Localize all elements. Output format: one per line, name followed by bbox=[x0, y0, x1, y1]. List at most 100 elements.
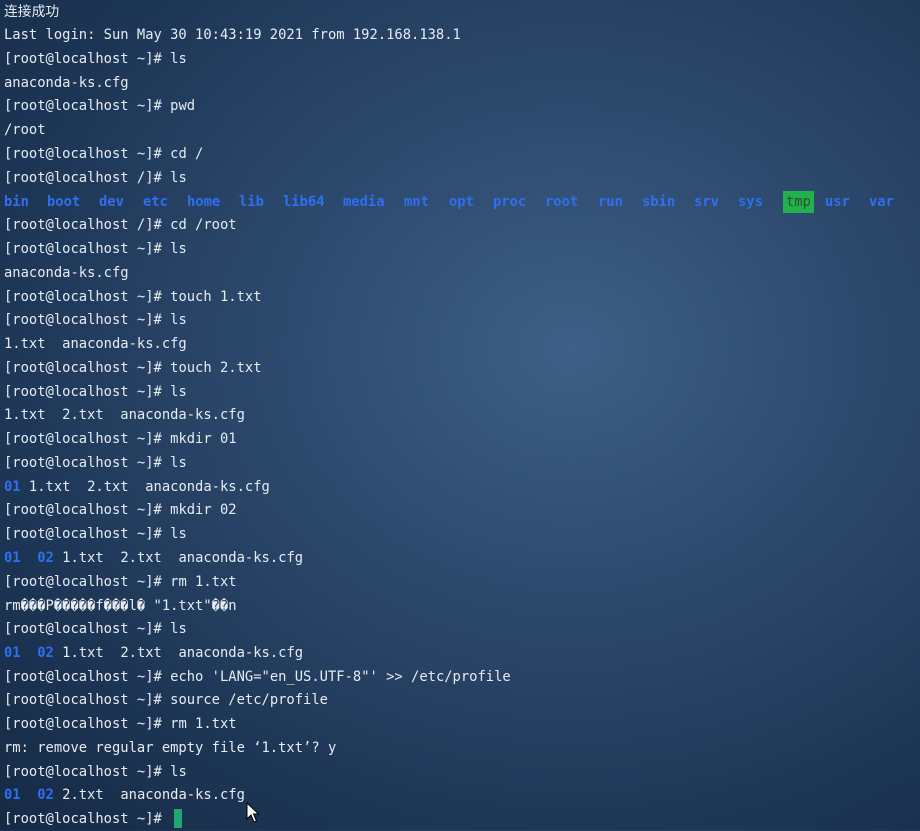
prompt: [root@localhost ~]# bbox=[4, 502, 171, 518]
output-text: 1.txt 2.txt anaconda-ks.cfg bbox=[4, 407, 245, 423]
output-line: anaconda-ks.cfg bbox=[4, 71, 129, 95]
dir-entry: proc bbox=[493, 194, 527, 210]
command-line: [root@localhost ~]# ls bbox=[4, 47, 187, 71]
terminal-window[interactable]: 连接成功 Last login: Sun May 30 10:43:19 202… bbox=[4, 0, 916, 830]
command-line: [root@localhost ~]# touch 2.txt bbox=[4, 356, 262, 380]
prompt: [root@localhost /]# bbox=[4, 170, 171, 186]
garbled-text: rm���P�����f���l� "1.txt"��n bbox=[4, 598, 237, 614]
command-text: touch 1.txt bbox=[170, 289, 262, 305]
command-line: [root@localhost ~]# ls bbox=[4, 760, 187, 784]
output-text: /root bbox=[4, 122, 46, 138]
files-text: 1.txt 2.txt anaconda-ks.cfg bbox=[20, 479, 270, 495]
text-cursor bbox=[174, 808, 183, 828]
dir-entry: opt bbox=[449, 194, 474, 210]
output-line: 1.txt anaconda-ks.cfg bbox=[4, 332, 187, 356]
dir-entry: 01 bbox=[4, 645, 21, 661]
command-text: ls bbox=[170, 312, 187, 328]
command-text: rm 1.txt bbox=[170, 716, 237, 732]
output-line: 1.txt 2.txt anaconda-ks.cfg bbox=[4, 403, 245, 427]
command-text: ls bbox=[170, 170, 187, 186]
prompt: [root@localhost ~]# bbox=[4, 574, 171, 590]
command-line: [root@localhost /]# ls bbox=[4, 166, 187, 190]
prompt: [root@localhost ~]# bbox=[4, 692, 171, 708]
command-line: [root@localhost ~]# rm 1.txt bbox=[4, 570, 237, 594]
command-text: source /etc/profile bbox=[170, 692, 328, 708]
prompt: [root@localhost ~]# bbox=[4, 526, 171, 542]
files-text: 2.txt anaconda-ks.cfg bbox=[53, 787, 245, 803]
ls-output-line: 01 02 1.txt 2.txt anaconda-ks.cfg bbox=[4, 641, 303, 665]
files-text: 1.txt 2.txt anaconda-ks.cfg bbox=[53, 550, 304, 566]
prompt: [root@localhost ~]# bbox=[4, 621, 171, 637]
command-text: ls bbox=[170, 51, 187, 67]
prompt: [root@localhost ~]# bbox=[4, 384, 171, 400]
prompt: [root@localhost ~]# bbox=[4, 360, 171, 376]
dir-entry: 02 bbox=[37, 787, 54, 803]
connect-message-text: 连接成功 bbox=[4, 4, 60, 20]
dir-entry: lib64 bbox=[283, 194, 325, 210]
output-line: anaconda-ks.cfg bbox=[4, 261, 129, 285]
rm-confirm-line: rm: remove regular empty file ‘1.txt’? y bbox=[4, 736, 336, 760]
prompt: [root@localhost /]# bbox=[4, 217, 171, 233]
dir-entry: bin bbox=[4, 194, 29, 210]
dir-entry: boot bbox=[47, 194, 81, 210]
last-login-text: Last login: Sun May 30 10:43:19 2021 fro… bbox=[4, 27, 461, 43]
ls-output-line: 01 02 1.txt 2.txt anaconda-ks.cfg bbox=[4, 546, 303, 570]
dir-entry: dev bbox=[99, 194, 124, 210]
output-text: 1.txt anaconda-ks.cfg bbox=[4, 336, 187, 352]
dir-entry: 01 bbox=[4, 479, 21, 495]
dir-entry: root bbox=[545, 194, 579, 210]
rm-confirm-text: rm: remove regular empty file ‘1.txt’? y bbox=[4, 740, 337, 756]
dir-entry: 02 bbox=[37, 550, 54, 566]
prompt: [root@localhost ~]# bbox=[4, 289, 171, 305]
command-line: [root@localhost ~]# ls bbox=[4, 522, 187, 546]
prompt: [root@localhost ~]# bbox=[4, 669, 171, 685]
command-line: [root@localhost ~]# mkdir 02 bbox=[4, 498, 237, 522]
mouse-pointer-icon bbox=[246, 802, 260, 823]
prompt: [root@localhost ~]# bbox=[4, 431, 171, 447]
command-text: ls bbox=[170, 764, 187, 780]
dir-entry: sys bbox=[738, 194, 763, 210]
prompt: [root@localhost ~]# bbox=[4, 811, 171, 827]
dir-entry: 01 bbox=[4, 787, 21, 803]
dir-entry: sbin bbox=[642, 194, 676, 210]
dir-entry: 01 bbox=[4, 550, 21, 566]
dir-entry: srv bbox=[694, 194, 719, 210]
active-command-line[interactable]: [root@localhost ~]# bbox=[4, 807, 183, 831]
command-line: [root@localhost ~]# rm 1.txt bbox=[4, 712, 237, 736]
command-line: [root@localhost ~]# ls bbox=[4, 617, 187, 641]
command-text: ls bbox=[170, 526, 187, 542]
command-text: echo 'LANG="en_US.UTF-8"' >> /etc/profil… bbox=[170, 669, 511, 685]
last-login-line: Last login: Sun May 30 10:43:19 2021 fro… bbox=[4, 23, 461, 47]
ls-output-line: 01 02 2.txt anaconda-ks.cfg bbox=[4, 783, 245, 807]
command-line: [root@localhost /]# cd /root bbox=[4, 213, 237, 237]
command-text: mkdir 02 bbox=[170, 502, 237, 518]
prompt: [root@localhost ~]# bbox=[4, 241, 171, 257]
command-line: [root@localhost ~]# ls bbox=[4, 380, 187, 404]
command-text: cd / bbox=[170, 146, 204, 162]
prompt: [root@localhost ~]# bbox=[4, 455, 171, 471]
files-text: 1.txt 2.txt anaconda-ks.cfg bbox=[53, 645, 304, 661]
command-line: [root@localhost ~]# ls bbox=[4, 237, 187, 261]
prompt: [root@localhost ~]# bbox=[4, 146, 171, 162]
dir-entry: home bbox=[187, 194, 221, 210]
command-text: pwd bbox=[170, 98, 196, 114]
command-line: [root@localhost ~]# source /etc/profile bbox=[4, 688, 328, 712]
dir-entry: media bbox=[343, 194, 385, 210]
connect-message: 连接成功 bbox=[4, 0, 59, 24]
command-line: [root@localhost ~]# cd / bbox=[4, 142, 203, 166]
prompt: [root@localhost ~]# bbox=[4, 312, 171, 328]
dir-entry: var bbox=[869, 194, 894, 210]
output-line: /root bbox=[4, 118, 46, 142]
prompt: [root@localhost ~]# bbox=[4, 764, 171, 780]
output-text: anaconda-ks.cfg bbox=[4, 75, 129, 91]
prompt: [root@localhost ~]# bbox=[4, 98, 171, 114]
root-dir-listing: bin boot dev etc home lib lib64 media mn… bbox=[4, 190, 916, 214]
dir-entry: etc bbox=[143, 194, 168, 210]
prompt: [root@localhost ~]# bbox=[4, 716, 171, 732]
dir-entry: run bbox=[598, 194, 623, 210]
command-text: rm 1.txt bbox=[170, 574, 237, 590]
command-line: [root@localhost ~]# echo 'LANG="en_US.UT… bbox=[4, 665, 511, 689]
command-line: [root@localhost ~]# ls bbox=[4, 451, 187, 475]
dir-entry: usr bbox=[825, 194, 850, 210]
command-text: ls bbox=[170, 384, 187, 400]
